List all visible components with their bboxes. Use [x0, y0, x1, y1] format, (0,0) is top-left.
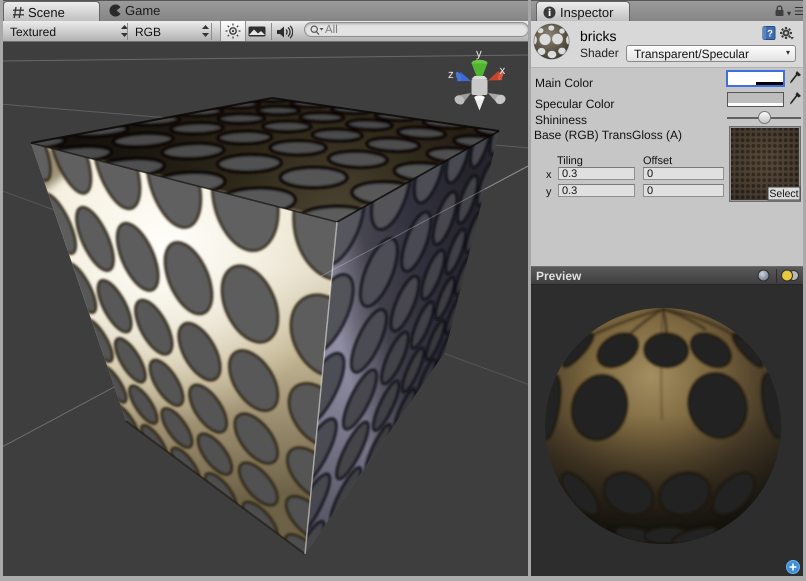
- svg-text:x: x: [500, 65, 506, 77]
- svg-text:Select: Select: [769, 188, 798, 200]
- svg-text:y: y: [476, 48, 482, 60]
- svg-text:z: z: [448, 69, 454, 81]
- svg-text:?: ?: [767, 29, 773, 40]
